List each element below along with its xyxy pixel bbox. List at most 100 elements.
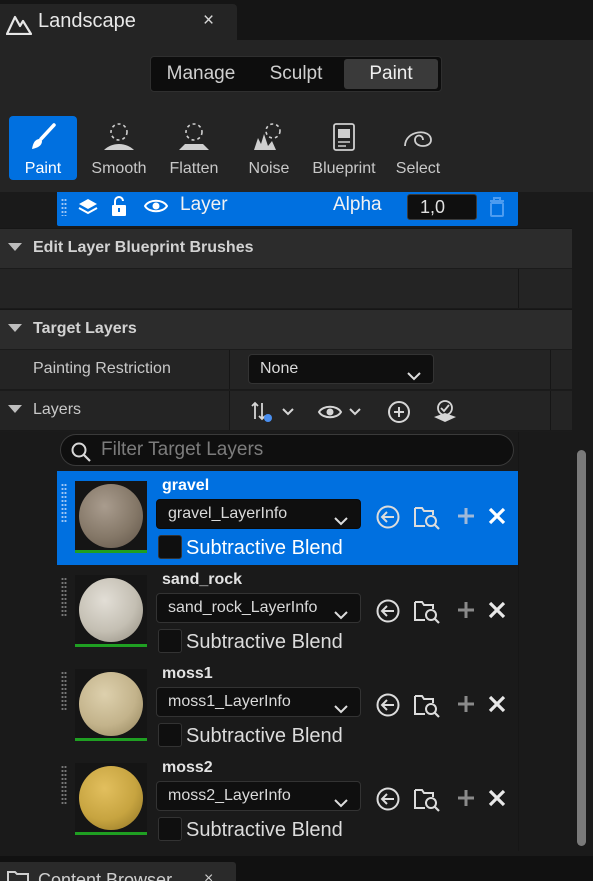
delete-layer-icon[interactable] [487, 506, 507, 531]
close-tab-icon[interactable]: × [203, 10, 214, 32]
tool-select-button[interactable]: Select [384, 116, 452, 180]
collapse-arrow-icon[interactable] [8, 405, 22, 413]
layer-name: moss1 [162, 665, 213, 682]
subtractive-blend-label: Subtractive Blend [186, 631, 343, 653]
browse-asset-icon[interactable] [413, 786, 441, 817]
create-layer-info-icon[interactable] [456, 788, 476, 813]
tab-title: Landscape [38, 10, 136, 32]
bottom-tab-bar: Content Browser × [0, 856, 593, 881]
column-divider [550, 350, 551, 389]
layer-thumbnail [75, 481, 147, 553]
chevron-down-icon [334, 790, 348, 818]
layer-name: sand_rock [162, 571, 243, 588]
subtractive-blend-checkbox[interactable] [158, 535, 182, 559]
tool-flatten-button[interactable]: Flatten [160, 116, 228, 180]
chevron-down-icon [334, 508, 348, 536]
drag-handle-icon[interactable] [61, 765, 67, 805]
dropdown-value: sand_rock_LayerInfo [168, 599, 318, 616]
layer-info-dropdown[interactable]: moss1_LayerInfo [156, 687, 361, 717]
tool-label: Flatten [169, 160, 219, 177]
sand-rock-texture-sphere [79, 578, 143, 642]
painting-restriction-row: Painting Restriction None [0, 349, 572, 389]
tool-label: Smooth [91, 160, 147, 177]
drag-handle-icon[interactable] [61, 577, 67, 617]
use-selected-asset-icon[interactable] [375, 692, 401, 723]
subtractive-blend-checkbox[interactable] [158, 723, 182, 747]
use-selected-asset-icon[interactable] [375, 786, 401, 817]
collapse-arrow-icon[interactable] [8, 324, 22, 332]
subtractive-blend-label: Subtractive Blend [186, 725, 343, 747]
vertical-scrollbar[interactable] [577, 450, 586, 846]
section-title: Target Layers [33, 320, 137, 337]
delete-layer-icon[interactable] [487, 694, 507, 719]
subtractive-blend-checkbox[interactable] [158, 817, 182, 841]
tool-label: Paint [24, 160, 62, 177]
target-layer-moss1[interactable]: moss1 moss1_LayerInfo Subtractive Blend [57, 659, 518, 753]
layer-info-dropdown[interactable]: sand_rock_LayerInfo [156, 593, 361, 623]
add-layer-icon[interactable] [387, 400, 411, 429]
lock-icon[interactable] [109, 195, 129, 222]
unreal-logo-icon [5, 13, 33, 40]
use-selected-asset-icon[interactable] [375, 598, 401, 629]
edit-layer-row[interactable]: Layer Alpha 1,0 [57, 192, 518, 226]
drag-handle-icon[interactable] [61, 671, 67, 711]
dropdown-value: gravel_LayerInfo [168, 505, 288, 522]
smooth-icon [102, 122, 136, 157]
target-layer-moss2[interactable]: moss2 moss2_LayerInfo Subtractive Blend [57, 753, 518, 847]
dropdown-value: None [260, 360, 299, 377]
landscape-tab[interactable]: Landscape × [0, 4, 237, 40]
delete-layer-icon[interactable] [487, 600, 507, 625]
layer-info-dropdown[interactable]: gravel_LayerInfo [156, 499, 361, 529]
chevron-down-icon [334, 602, 348, 630]
search-icon [70, 441, 92, 468]
content-browser-tab[interactable]: Content Browser × [0, 862, 236, 881]
mode-paint-button[interactable]: Paint [344, 59, 438, 89]
layer-settings-icon[interactable] [432, 399, 458, 430]
painting-restriction-dropdown[interactable]: None [248, 354, 434, 384]
tool-palette: Paint Smooth Flatten Noise Blueprint Sel… [0, 102, 593, 192]
browse-asset-icon[interactable] [413, 504, 441, 535]
blueprint-icon [329, 122, 359, 157]
target-layer-gravel[interactable]: gravel gravel_LayerInfo Subtractive Blen… [57, 471, 518, 565]
layer-weight-bar [75, 644, 147, 647]
delete-layer-icon[interactable] [487, 788, 507, 813]
layer-info-dropdown[interactable]: moss2_LayerInfo [156, 781, 361, 811]
layers-header-row: Layers [0, 390, 572, 430]
browse-asset-icon[interactable] [413, 692, 441, 723]
alpha-label: Alpha [333, 194, 382, 215]
section-title: Edit Layer Blueprint Brushes [33, 239, 254, 256]
use-selected-asset-icon[interactable] [375, 504, 401, 535]
visibility-filter-icon[interactable] [317, 400, 367, 429]
tool-blueprint-button[interactable]: Blueprint [310, 116, 378, 180]
column-divider [518, 269, 519, 308]
mode-sculpt-button[interactable]: Sculpt [251, 59, 341, 89]
filter-target-layers-search[interactable] [60, 434, 514, 466]
chevron-down-icon [407, 363, 421, 391]
target-layer-sand-rock[interactable]: sand_rock sand_rock_LayerInfo Subtractiv… [57, 565, 518, 659]
section-edit-layer-blueprint-brushes[interactable]: Edit Layer Blueprint Brushes [0, 228, 572, 268]
create-layer-info-icon[interactable] [456, 506, 476, 531]
visibility-eye-icon[interactable] [143, 197, 169, 220]
delete-trash-icon[interactable] [487, 196, 507, 223]
layer-weight-bar [75, 832, 147, 835]
tool-paint-button[interactable]: Paint [9, 116, 77, 180]
collapse-arrow-icon[interactable] [8, 243, 22, 251]
drag-handle-icon[interactable] [61, 198, 67, 216]
close-tab-icon[interactable]: × [204, 870, 213, 881]
chevron-down-icon [334, 696, 348, 724]
search-input[interactable] [101, 438, 501, 462]
create-layer-info-icon[interactable] [456, 694, 476, 719]
mode-manage-button[interactable]: Manage [155, 59, 247, 89]
sort-filter-icon[interactable] [250, 400, 298, 429]
tool-label: Noise [248, 160, 290, 177]
tool-smooth-button[interactable]: Smooth [85, 116, 153, 180]
create-layer-info-icon[interactable] [456, 600, 476, 625]
moss1-texture-sphere [79, 672, 143, 736]
section-target-layers[interactable]: Target Layers [0, 309, 572, 349]
alpha-input[interactable]: 1,0 [407, 194, 477, 220]
browse-asset-icon[interactable] [413, 598, 441, 629]
tool-noise-button[interactable]: Noise [235, 116, 303, 180]
layers-label: Layers [33, 401, 82, 418]
drag-handle-icon[interactable] [61, 483, 67, 523]
subtractive-blend-checkbox[interactable] [158, 629, 182, 653]
